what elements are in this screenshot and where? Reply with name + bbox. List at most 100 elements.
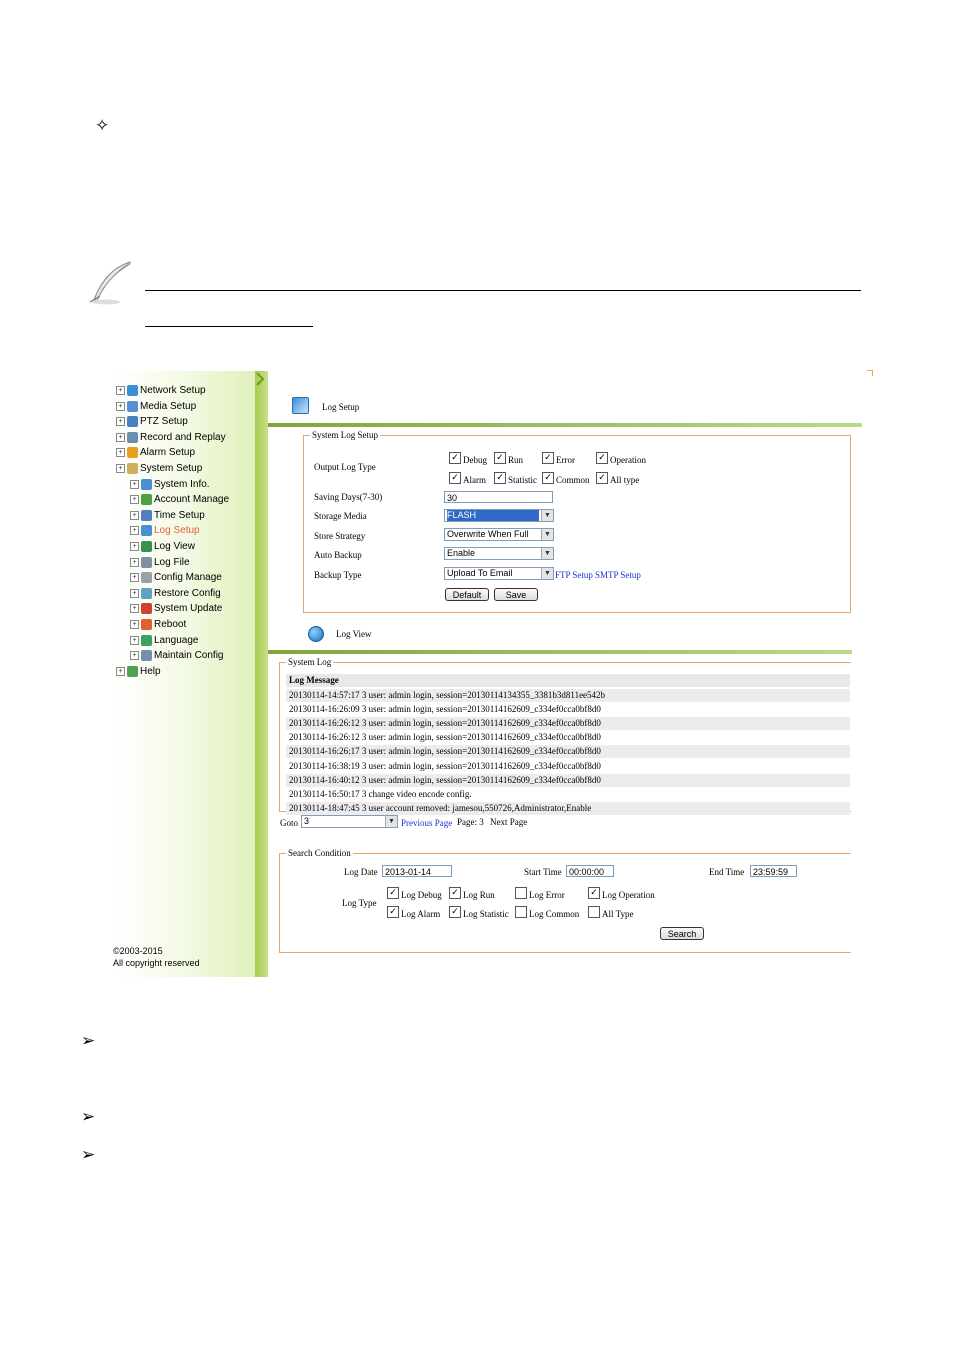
sidebar: + Network Setup + Media Setup + PTZ Setup + Rec… <box>112 371 268 977</box>
sidebar-item-language[interactable]: + Language <box>130 633 199 648</box>
arrow-bullet-icon: ➢ <box>81 1145 96 1165</box>
expand-plus-icon[interactable]: + <box>116 432 125 442</box>
output-type-label: Debug <box>463 455 487 465</box>
arrow-bullet-icon: ➢ <box>81 1107 96 1127</box>
search-type-log-debug-checkbox[interactable]: ✓ <box>387 887 399 899</box>
backup-type-select[interactable]: Upload To Email ▼ <box>444 567 554 580</box>
log-message-row: 20130114-16:38:19 3 user: admin login, s… <box>286 759 850 773</box>
output-type-common-checkbox[interactable]: ✓ <box>542 472 554 484</box>
search-type-log-run-checkbox[interactable]: ✓ <box>449 887 461 899</box>
expand-plus-icon[interactable]: + <box>130 526 139 536</box>
output-type-statistic-checkbox[interactable]: ✓ <box>494 472 506 484</box>
expand-plus-icon[interactable]: + <box>116 386 125 395</box>
expand-plus-icon[interactable]: + <box>130 588 139 598</box>
expand-plus-icon[interactable]: + <box>130 620 139 629</box>
output-type-label: Run <box>508 455 524 465</box>
expand-plus-icon[interactable]: + <box>130 479 139 489</box>
log-message-row: 20130114-16:26:09 3 user: admin login, s… <box>286 703 850 717</box>
search-type-label: Log Error <box>529 890 565 900</box>
expand-plus-icon[interactable]: + <box>116 417 125 427</box>
output-type-run-checkbox[interactable]: ✓ <box>494 452 506 464</box>
output-type-all-type-checkbox[interactable]: ✓ <box>596 472 608 484</box>
saving-days-input[interactable]: 30 <box>444 491 553 503</box>
sidebar-item-media-setup[interactable]: + Media Setup <box>116 399 196 414</box>
start-time-label: Start Time <box>524 867 562 877</box>
output-type-operation-checkbox[interactable]: ✓ <box>596 452 608 464</box>
storage-media-select[interactable]: FLASH ▼ <box>444 509 554 522</box>
search-button[interactable]: Search <box>660 927 704 940</box>
log-date-input[interactable]: 2013-01-14 <box>382 865 452 877</box>
dropdown-arrow-icon[interactable]: ▼ <box>541 529 553 540</box>
sidebar-item-label: Maintain Config <box>154 650 224 662</box>
expand-plus-icon[interactable]: + <box>116 401 125 411</box>
expand-plus-icon[interactable]: + <box>116 666 125 676</box>
auto-backup-select[interactable]: Enable ▼ <box>444 547 554 560</box>
sidebar-item-label: Log Setup <box>154 525 200 537</box>
note-underline-1 <box>145 290 861 291</box>
auto-backup-label: Auto Backup <box>314 550 362 560</box>
search-type-log-alarm-checkbox[interactable]: ✓ <box>387 906 399 918</box>
expand-plus-icon[interactable]: + <box>130 495 139 505</box>
sidebar-item-ptz-setup[interactable]: + PTZ Setup <box>116 414 188 429</box>
search-type-log-error-checkbox[interactable] <box>515 887 527 899</box>
search-type-log-operation-checkbox[interactable]: ✓ <box>588 887 600 899</box>
expand-plus-icon[interactable]: + <box>130 573 139 583</box>
sidebar-item-alarm-setup[interactable]: + Alarm Setup <box>116 445 195 460</box>
search-type-log-common-checkbox[interactable] <box>515 906 527 918</box>
search-type-all-type-checkbox[interactable] <box>588 906 600 918</box>
sidebar-item-log-file[interactable]: + Log File <box>130 555 190 570</box>
sidebar-item-label: Help <box>140 665 161 677</box>
sidebar-item-restore-config[interactable]: + Restore Config <box>130 586 221 601</box>
expand-plus-icon[interactable]: + <box>130 635 139 645</box>
sidebar-item-system-update[interactable]: + System Update <box>130 601 222 616</box>
expand-plus-icon[interactable]: + <box>130 604 139 614</box>
sidebar-item-reboot[interactable]: + Reboot <box>130 617 186 632</box>
expand-plus-icon[interactable]: + <box>116 464 125 473</box>
dropdown-arrow-icon[interactable]: ▼ <box>541 548 553 559</box>
log-message-row: 20130114-14:57:17 3 user: admin login, s… <box>286 689 850 702</box>
sidebar-item-account-manage[interactable]: + Account Manage <box>130 492 229 507</box>
output-type-error-checkbox[interactable]: ✓ <box>542 452 554 464</box>
smtp-setup-link[interactable]: SMTP Setup <box>595 570 641 580</box>
sidebar-item-log-view[interactable]: + Log View <box>130 539 195 554</box>
save-button[interactable]: Save <box>494 588 538 601</box>
sidebar-item-network-setup[interactable]: + Network Setup <box>116 383 206 398</box>
expand-plus-icon[interactable]: + <box>130 651 139 661</box>
sidebar-item-time-setup[interactable]: + Time Setup <box>130 508 205 523</box>
previous-page-link[interactable]: Previous Page <box>401 818 452 828</box>
search-type-log-statistic-checkbox[interactable]: ✓ <box>449 906 461 918</box>
expand-plus-icon[interactable]: + <box>130 510 139 520</box>
system-log-setup-legend: System Log Setup <box>310 430 381 440</box>
dropdown-arrow-icon[interactable]: ▼ <box>541 568 553 579</box>
ftp-setup-link[interactable]: FTP Setup <box>555 570 593 580</box>
search-type-label: Log Statistic <box>463 909 509 919</box>
dropdown-arrow-icon[interactable]: ▼ <box>385 816 397 827</box>
end-time-input[interactable]: 23:59:59 <box>750 865 797 877</box>
output-type-debug-checkbox[interactable]: ✓ <box>449 452 461 464</box>
goto-page-select[interactable]: 3 ▼ <box>301 815 398 828</box>
sidebar-item-maintain-config[interactable]: + Maintain Config <box>130 648 223 663</box>
expand-plus-icon[interactable]: + <box>116 448 125 458</box>
auto-backup-value: Enable <box>447 548 476 558</box>
expand-plus-icon[interactable]: + <box>130 557 139 567</box>
store-strategy-select[interactable]: Overwrite When Full ▼ <box>444 528 554 541</box>
expand-plus-icon[interactable]: + <box>130 542 139 551</box>
default-button[interactable]: Default <box>445 588 489 601</box>
sidebar-item-help[interactable]: + Help <box>116 664 161 679</box>
log-setup-icon <box>292 397 309 414</box>
restore-icon <box>141 587 152 599</box>
maintain-icon <box>141 650 152 662</box>
sidebar-item-system-setup[interactable]: + System Setup <box>116 461 202 476</box>
output-type-alarm-checkbox[interactable]: ✓ <box>449 472 461 484</box>
sidebar-item-config-manage[interactable]: + Config Manage <box>130 570 222 585</box>
sidebar-item-system-info[interactable]: + System Info. <box>130 477 210 492</box>
start-time-input[interactable]: 00:00:00 <box>566 865 614 877</box>
log-message-row: 20130114-18:47:45 3 user account removed… <box>286 801 850 815</box>
sidebar-splitter[interactable] <box>255 371 268 977</box>
sidebar-item-label: System Update <box>154 603 223 615</box>
search-type-label: Log Common <box>529 909 580 919</box>
log-message-row: 20130114-16:26:12 3 user: admin login, s… <box>286 717 850 731</box>
dropdown-arrow-icon[interactable]: ▼ <box>541 510 553 521</box>
sidebar-item-record-and-replay[interactable]: + Record and Replay <box>116 430 226 445</box>
sidebar-item-log-setup[interactable]: + Log Setup <box>130 523 200 538</box>
